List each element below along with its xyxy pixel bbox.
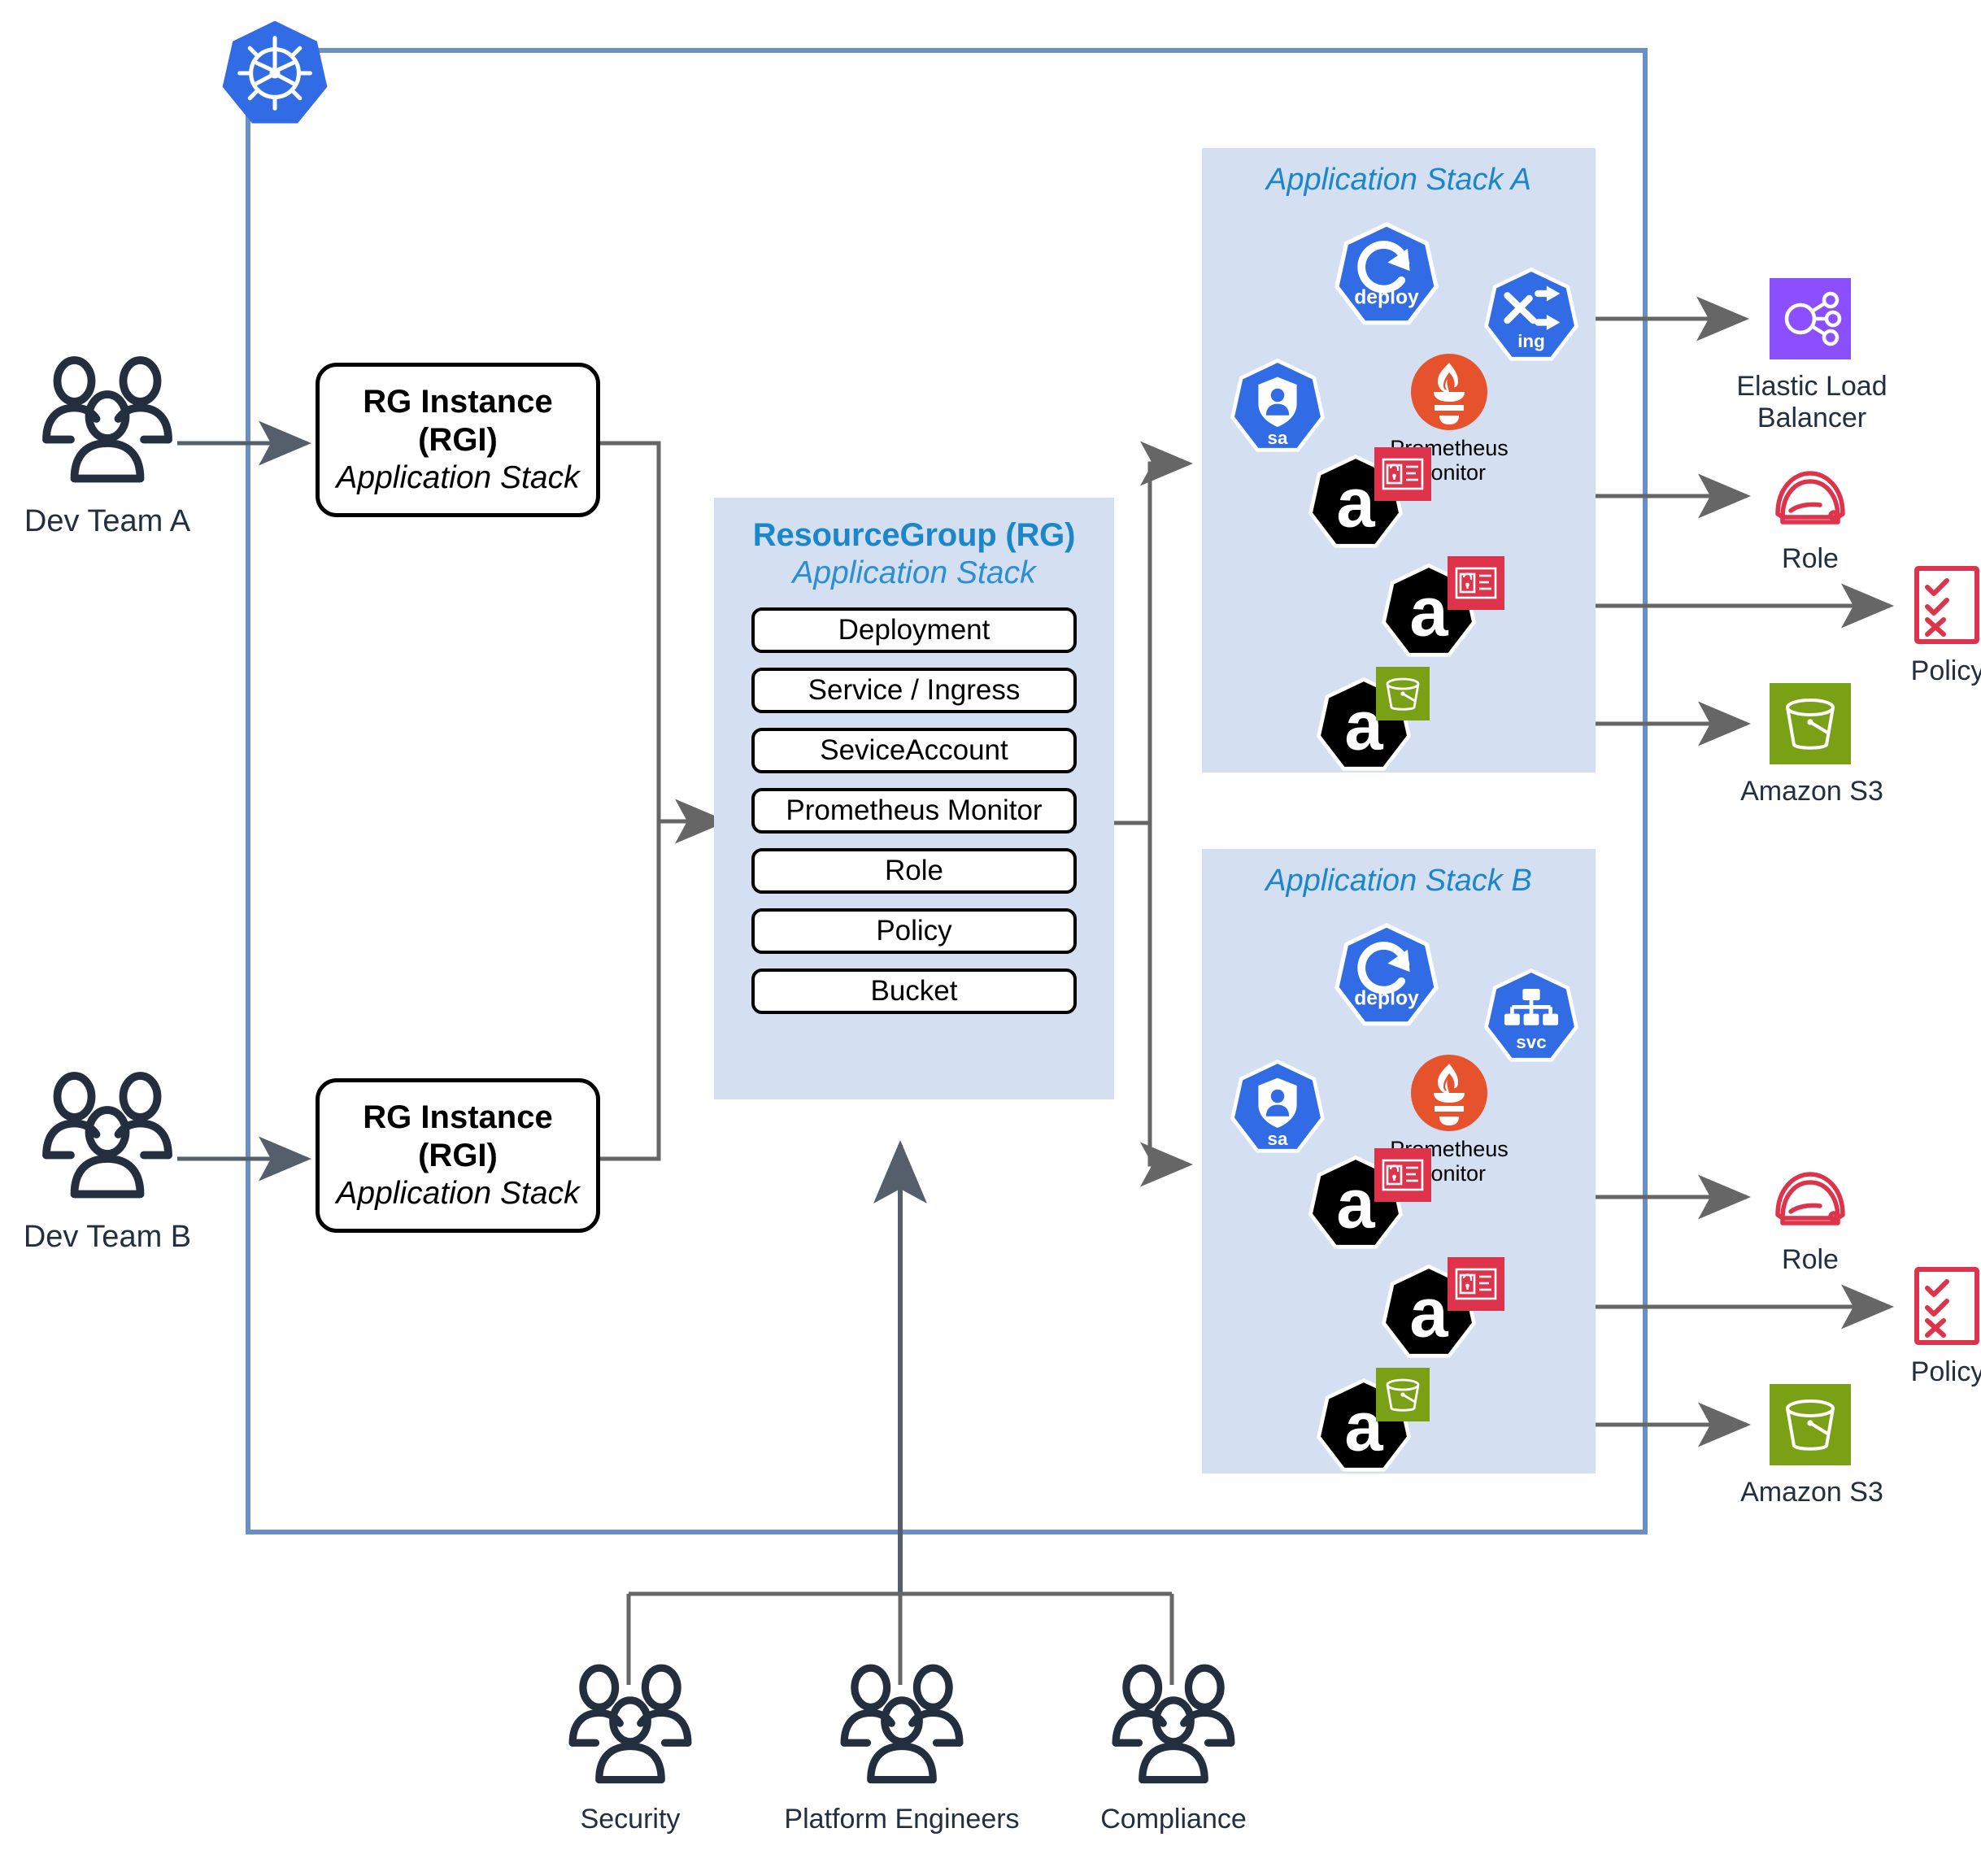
dev-team-a-avatar: [34, 356, 181, 486]
stack-b-iam-role-badge-icon: [1374, 1148, 1431, 1202]
resource-group-panel: ResourceGroup (RG) Application Stack Dep…: [714, 498, 1114, 1099]
stack-a-ingress-icon[interactable]: ing: [1483, 267, 1579, 363]
svg-text:a: a: [1409, 1275, 1448, 1352]
stack-a-serviceaccount-icon[interactable]: sa: [1230, 358, 1326, 454]
application-stack-b-title: Application Stack B: [1265, 864, 1532, 898]
connector-rg-to-stackb: [1114, 820, 1193, 1187]
rg-item-policy[interactable]: Policy: [751, 908, 1077, 954]
rg-instance-a-box[interactable]: RG Instance (RGI) Application Stack: [316, 363, 600, 517]
svg-text:a: a: [1336, 465, 1375, 542]
stack-a-iam-policy-badge-icon: [1448, 556, 1504, 610]
dev-team-a-label: Dev Team A: [24, 504, 191, 538]
amazon-s3-label-a: Amazon S3: [1740, 776, 1883, 807]
rg-instance-b-title: RG Instance (RGI): [363, 1099, 553, 1173]
rg-item-serviceaccount[interactable]: SeviceAccount: [751, 728, 1077, 773]
rg-item-deployment[interactable]: Deployment: [751, 607, 1077, 653]
stack-b-service-icon[interactable]: svc: [1483, 968, 1579, 1064]
stack-a-s3-bucket-badge-icon: [1376, 667, 1430, 720]
iam-policy-icon-b[interactable]: [1913, 1265, 1981, 1347]
iam-role-icon-a[interactable]: [1770, 464, 1851, 532]
stack-b-deployment-icon[interactable]: deploy: [1334, 922, 1439, 1028]
diagram-canvas: Dev Team A Dev Team B RG Instance (RGI) …: [0, 0, 1981, 1876]
svg-text:sa: sa: [1268, 1129, 1288, 1149]
resource-group-subtitle: Application Stack: [792, 555, 1036, 590]
security-label: Security: [580, 1804, 681, 1835]
elastic-load-balancer-icon[interactable]: [1770, 278, 1851, 359]
svg-text:deploy: deploy: [1354, 987, 1419, 1009]
amazon-s3-icon-a[interactable]: [1770, 683, 1851, 764]
dev-team-b-label: Dev Team B: [23, 1220, 192, 1254]
stack-a-prometheus-icon[interactable]: [1408, 351, 1490, 433]
rg-instance-b-subtitle: Application Stack: [336, 1176, 580, 1212]
iam-policy-label-b: Policy: [1910, 1356, 1981, 1387]
rg-instance-a-title: RG Instance (RGI): [363, 383, 553, 458]
compliance-avatar: [1104, 1664, 1243, 1787]
svg-text:ing: ing: [1517, 331, 1545, 351]
resource-group-title: ResourceGroup (RG): [752, 517, 1076, 553]
elb-label-line2: Balancer: [1757, 403, 1867, 434]
amazon-s3-label-b: Amazon S3: [1740, 1477, 1883, 1508]
svg-text:a: a: [1409, 574, 1448, 651]
stack-b-s3-bucket-badge-icon: [1376, 1368, 1430, 1421]
svg-text:svc: svc: [1516, 1032, 1546, 1052]
platform-engineers-avatar: [833, 1664, 971, 1787]
iam-role-label-b: Role: [1782, 1244, 1839, 1275]
rg-item-prometheus-monitor[interactable]: Prometheus Monitor: [751, 788, 1077, 834]
iam-policy-icon-a[interactable]: [1913, 564, 1981, 646]
stack-a-deployment-icon[interactable]: deploy: [1334, 221, 1439, 327]
iam-role-label-a: Role: [1782, 543, 1839, 574]
dev-team-b-avatar: [34, 1072, 181, 1202]
resource-group-item-list: Deployment Service / Ingress SeviceAccou…: [714, 607, 1114, 1014]
iam-policy-label-a: Policy: [1910, 655, 1981, 686]
svg-text:deploy: deploy: [1354, 286, 1419, 308]
iam-role-icon-b[interactable]: [1770, 1164, 1851, 1233]
amazon-s3-icon-b[interactable]: [1770, 1384, 1851, 1465]
connector-rgia-to-rg: [600, 441, 661, 821]
stack-a-iam-role-badge-icon: [1374, 447, 1431, 501]
stack-b-iam-policy-badge-icon: [1448, 1257, 1504, 1311]
kubernetes-logo-icon: [218, 16, 332, 130]
platform-engineers-label: Platform Engineers: [784, 1804, 1020, 1835]
svg-text:a: a: [1336, 1166, 1375, 1243]
rg-instance-a-subtitle: Application Stack: [336, 460, 580, 496]
rg-item-service-ingress[interactable]: Service / Ingress: [751, 668, 1077, 713]
connector-rgib-to-rg: [600, 821, 661, 1161]
compliance-label: Compliance: [1100, 1804, 1247, 1835]
elb-label-line1: Elastic Load: [1736, 371, 1887, 402]
rg-instance-b-box[interactable]: RG Instance (RGI) Application Stack: [316, 1078, 600, 1233]
stack-b-prometheus-icon[interactable]: [1408, 1052, 1490, 1134]
elastic-load-balancer-label: Elastic Load Balancer: [1724, 371, 1900, 434]
stack-b-serviceaccount-icon[interactable]: sa: [1230, 1059, 1326, 1155]
connector-rg-to-stacka: [1114, 441, 1193, 825]
rg-item-bucket[interactable]: Bucket: [751, 968, 1077, 1014]
application-stack-a-title: Application Stack A: [1266, 163, 1531, 197]
security-avatar: [561, 1664, 699, 1787]
svg-text:sa: sa: [1268, 428, 1288, 448]
rg-item-role[interactable]: Role: [751, 848, 1077, 894]
